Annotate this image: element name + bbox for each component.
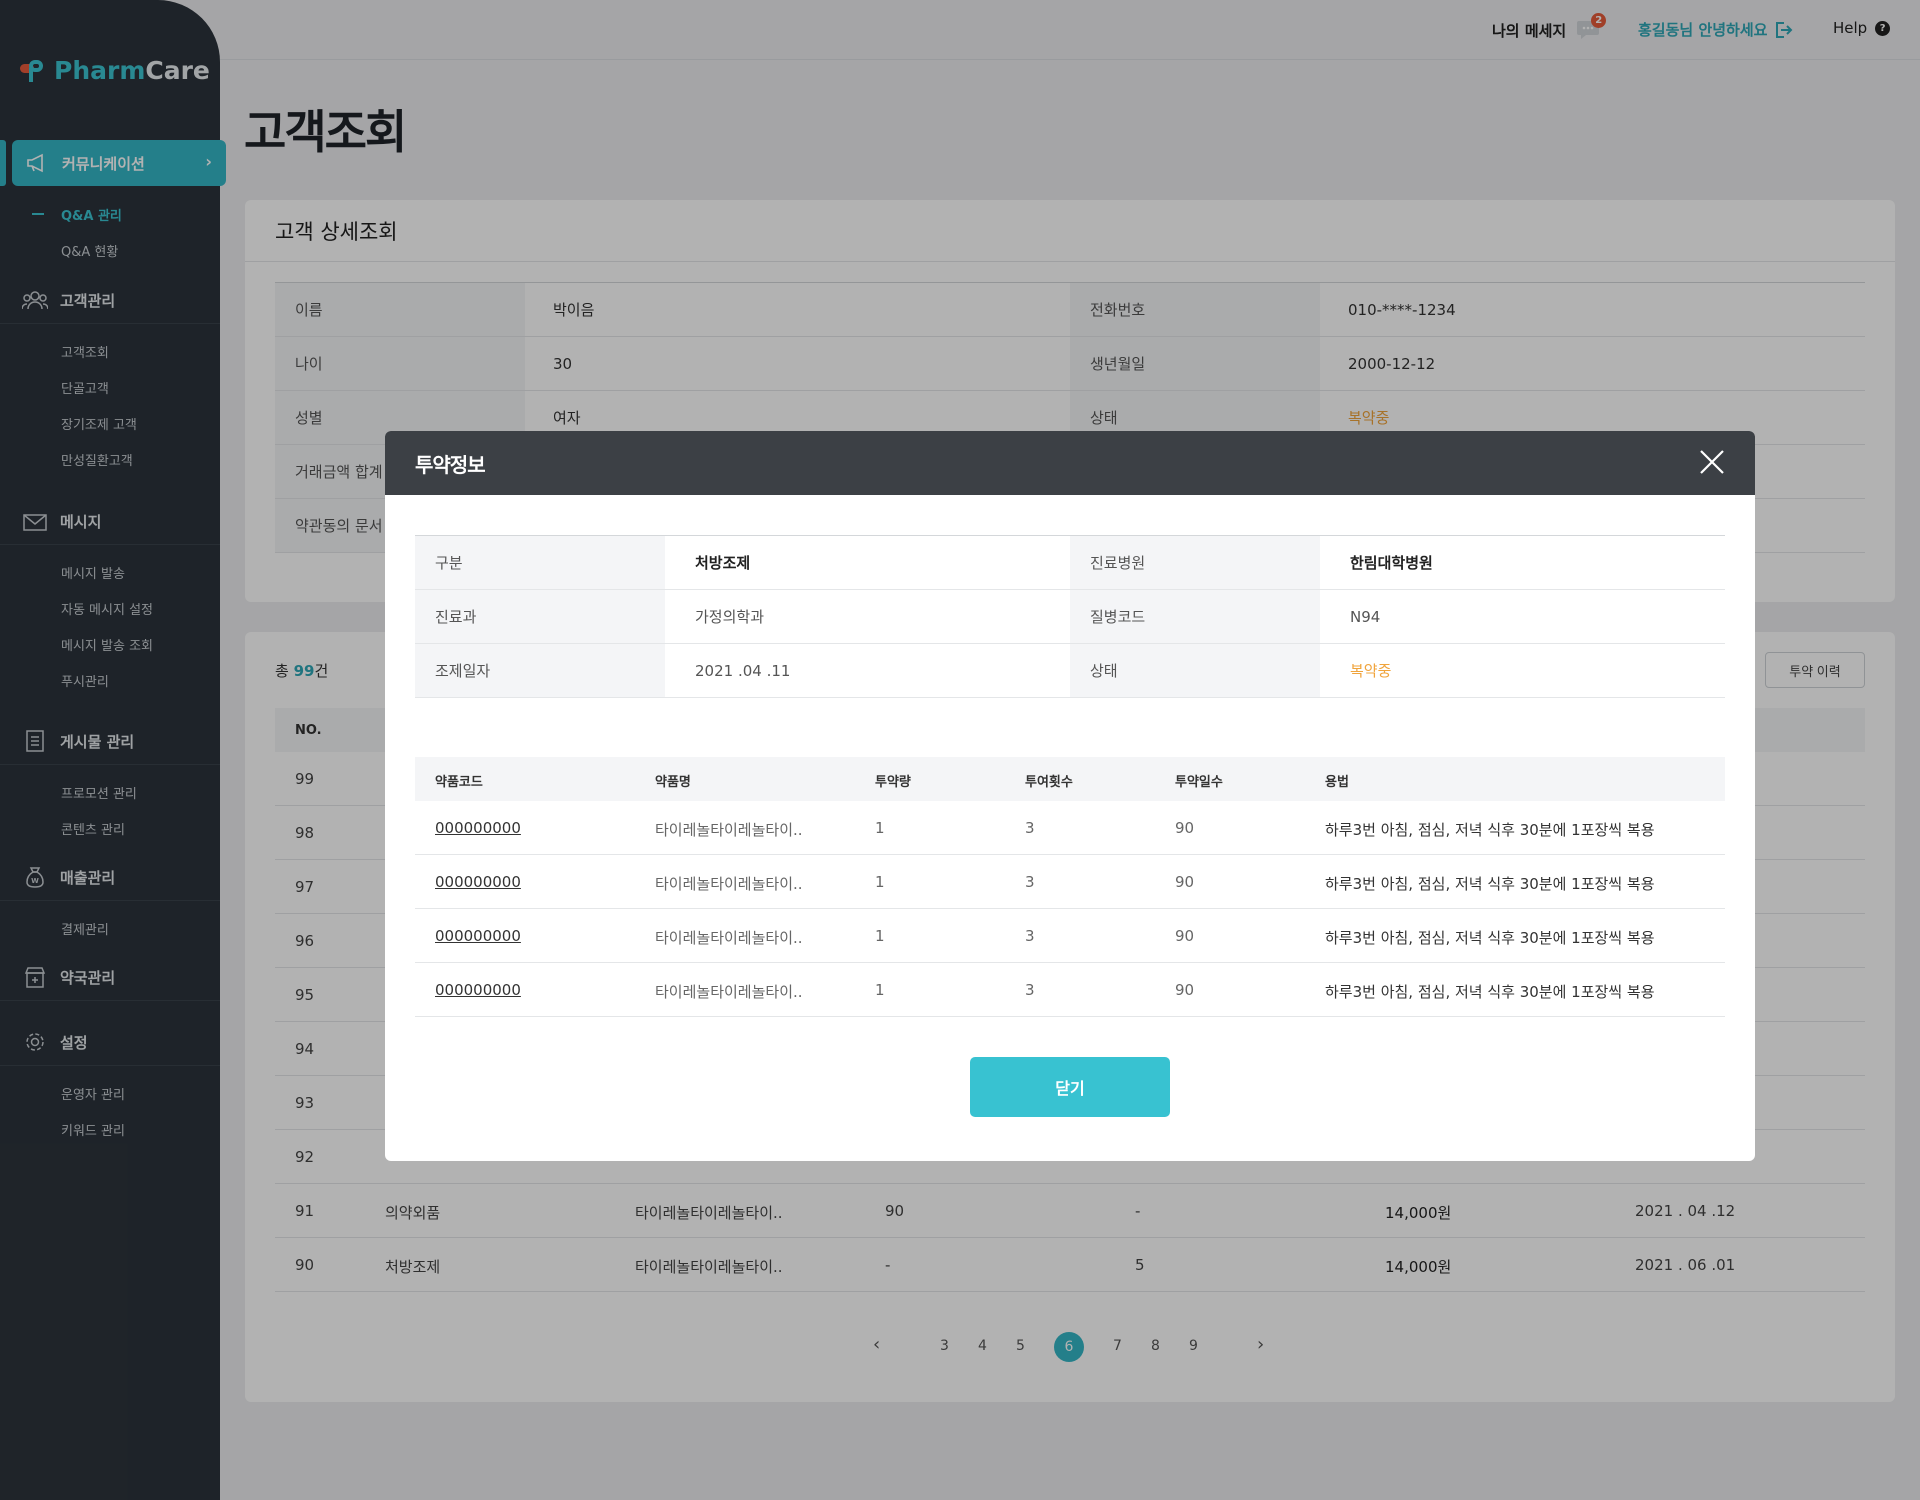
modal-header: 투약정보 <box>385 431 1755 495</box>
times: 3 <box>1025 927 1035 945</box>
days: 90 <box>1175 927 1195 945</box>
times: 3 <box>1025 873 1035 891</box>
drug-code-link[interactable]: 000000000 <box>435 873 521 891</box>
col-usage: 용법 <box>1325 775 1349 790</box>
dose: 1 <box>875 873 885 891</box>
drug-name: 타이레놀타이레놀타이.. <box>655 821 803 839</box>
dose: 1 <box>875 927 885 945</box>
info-label: 질병코드 <box>1070 590 1320 643</box>
info-value: N94 <box>1350 607 1381 626</box>
usage: 하루3번 아침, 점심, 저녁 식후 30분에 1포장씩 복용 <box>1325 821 1655 839</box>
col-dose: 투약량 <box>875 775 911 790</box>
usage: 하루3번 아침, 점심, 저녁 식후 30분에 1포장씩 복용 <box>1325 929 1655 947</box>
drug-table: 약품코드 약품명 투약량 투여횟수 투약일수 용법 000000000 타이레놀… <box>415 757 1725 1017</box>
days: 90 <box>1175 873 1195 891</box>
info-value: 처방조제 <box>695 554 751 572</box>
drug-name: 타이레놀타이레놀타이.. <box>655 929 803 947</box>
days: 90 <box>1175 981 1195 999</box>
col-days: 투약일수 <box>1175 775 1223 790</box>
medication-info-modal: 투약정보 구분 처방조제 진료병원 한림대학병원 진료과 가정의학과 질병코드 … <box>385 431 1755 1161</box>
col-times: 투여횟수 <box>1025 775 1073 790</box>
info-label: 조제일자 <box>415 644 665 697</box>
dose: 1 <box>875 981 885 999</box>
info-value: 한림대학병원 <box>1350 554 1433 572</box>
col-drug-name: 약품명 <box>655 775 691 790</box>
drug-code-link[interactable]: 000000000 <box>435 927 521 945</box>
drug-code-link[interactable]: 000000000 <box>435 819 521 837</box>
info-label: 진료과 <box>415 590 665 643</box>
drug-name: 타이레놀타이레놀타이.. <box>655 875 803 893</box>
table-row: 000000000 타이레놀타이레놀타이.. 1 3 90 하루3번 아침, 점… <box>415 909 1725 963</box>
drug-code-link[interactable]: 000000000 <box>435 981 521 999</box>
times: 3 <box>1025 819 1035 837</box>
close-button[interactable]: 닫기 <box>970 1057 1170 1117</box>
table-header: 약품코드 약품명 투약량 투여횟수 투약일수 용법 <box>415 757 1725 801</box>
info-value: 2021 .04 .11 <box>695 661 791 680</box>
table-row: 000000000 타이레놀타이레놀타이.. 1 3 90 하루3번 아침, 점… <box>415 963 1725 1017</box>
drug-name: 타이레놀타이레놀타이.. <box>655 983 803 1001</box>
table-row: 000000000 타이레놀타이레놀타이.. 1 3 90 하루3번 아침, 점… <box>415 801 1725 855</box>
modal-title: 투약정보 <box>415 452 486 477</box>
days: 90 <box>1175 819 1195 837</box>
info-value: 가정의학과 <box>695 608 765 626</box>
info-row: 조제일자 2021 .04 .11 상태 복약중 <box>415 644 1725 698</box>
status-value: 복약중 <box>1350 662 1392 680</box>
info-label: 진료병원 <box>1070 536 1320 589</box>
info-label: 상태 <box>1070 644 1320 697</box>
close-icon[interactable] <box>1697 447 1727 477</box>
dose: 1 <box>875 819 885 837</box>
info-row: 구분 처방조제 진료병원 한림대학병원 <box>415 536 1725 590</box>
col-drug-code: 약품코드 <box>435 775 483 790</box>
usage: 하루3번 아침, 점심, 저녁 식후 30분에 1포장씩 복용 <box>1325 875 1655 893</box>
medication-info-grid: 구분 처방조제 진료병원 한림대학병원 진료과 가정의학과 질병코드 N94 조… <box>415 535 1725 698</box>
info-row: 진료과 가정의학과 질병코드 N94 <box>415 590 1725 644</box>
info-label: 구분 <box>415 536 665 589</box>
table-row: 000000000 타이레놀타이레놀타이.. 1 3 90 하루3번 아침, 점… <box>415 855 1725 909</box>
usage: 하루3번 아침, 점심, 저녁 식후 30분에 1포장씩 복용 <box>1325 983 1655 1001</box>
times: 3 <box>1025 981 1035 999</box>
